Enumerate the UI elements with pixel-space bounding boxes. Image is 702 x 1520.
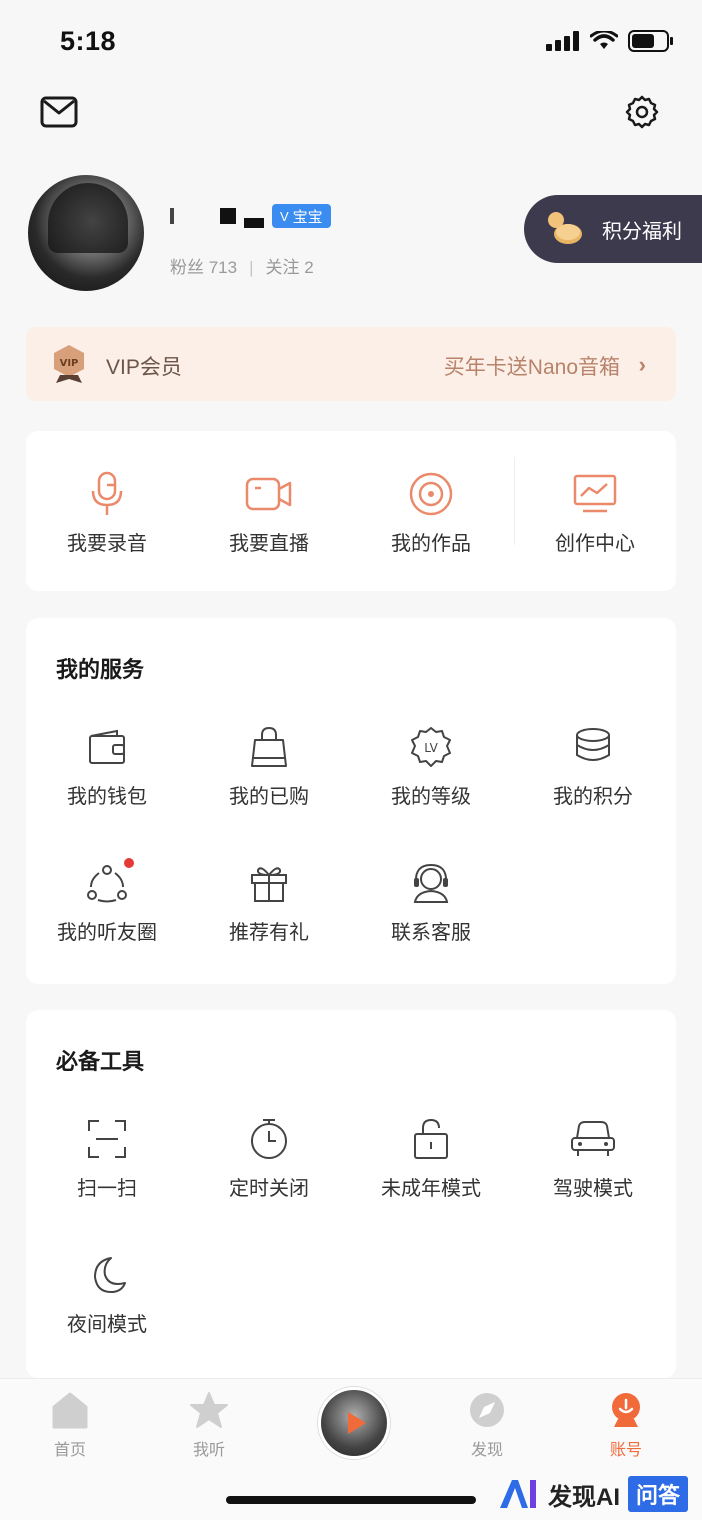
tab-account[interactable]: 账号 bbox=[576, 1391, 676, 1460]
services-title: 我的服务 bbox=[56, 657, 145, 682]
scan-button[interactable]: 扫一扫 bbox=[26, 1114, 188, 1201]
night-mode-button[interactable]: 夜间模式 bbox=[26, 1250, 188, 1337]
home-icon bbox=[52, 1392, 88, 1429]
referral-button[interactable]: 推荐有礼 bbox=[188, 858, 350, 945]
creator-center-button[interactable]: 创作中心 bbox=[514, 469, 676, 556]
friends-circle-icon bbox=[87, 865, 127, 903]
record-button[interactable]: 我要录音 bbox=[26, 469, 188, 556]
moon-icon bbox=[94, 1257, 126, 1294]
scan-label: 扫一扫 bbox=[77, 1178, 137, 1200]
now-playing-button[interactable] bbox=[318, 1387, 390, 1459]
vip-crown-icon: VIP bbox=[54, 345, 84, 383]
follow-count[interactable]: 关注 2 bbox=[266, 258, 314, 277]
driving-mode-label: 驾驶模式 bbox=[553, 1178, 633, 1200]
live-button[interactable]: 我要直播 bbox=[188, 469, 350, 556]
timer-icon bbox=[251, 1119, 287, 1159]
tools-card: 必备工具 扫一扫 定时关闭 未成年模式 驾驶模式 夜间模式 bbox=[26, 1010, 676, 1378]
purchased-label: 我的已购 bbox=[229, 786, 309, 808]
tab-listen-label: 我听 bbox=[192, 1442, 225, 1459]
timer-label: 定时关闭 bbox=[229, 1178, 309, 1200]
tab-listen[interactable]: 我听 bbox=[159, 1391, 259, 1460]
star-icon bbox=[190, 1392, 228, 1428]
mail-icon[interactable] bbox=[40, 96, 78, 133]
creator-card: 我要录音 我要直播 我的作品 创作中心 bbox=[26, 431, 676, 591]
watermark-brand: 发现AI bbox=[547, 1483, 620, 1511]
points-button[interactable]: 我的积分 bbox=[512, 722, 674, 809]
vip-promo: 买年卡送Nano音箱 bbox=[443, 356, 620, 379]
minor-mode-label: 未成年模式 bbox=[381, 1178, 481, 1200]
compass-icon bbox=[470, 1393, 504, 1427]
scan-icon bbox=[88, 1120, 126, 1158]
chevron-right-icon: › bbox=[638, 352, 646, 377]
svg-text:LV: LV bbox=[424, 741, 438, 755]
signal-icon bbox=[546, 31, 579, 51]
customer-service-label: 联系客服 bbox=[391, 922, 471, 944]
vip-banner[interactable]: VIP VIP会员 买年卡送Nano音箱 › bbox=[26, 327, 676, 401]
my-works-button[interactable]: 我的作品 bbox=[350, 469, 512, 556]
headset-icon bbox=[413, 863, 449, 903]
watermark: 发现AI 问答 bbox=[498, 1476, 688, 1512]
record-label: 我要录音 bbox=[67, 533, 147, 555]
car-icon bbox=[571, 1121, 615, 1156]
nickname[interactable]: V 宝宝 bbox=[170, 201, 331, 231]
gift-icon bbox=[251, 867, 287, 902]
watermark-logo-icon bbox=[499, 1480, 536, 1508]
purchased-button[interactable]: 我的已购 bbox=[188, 722, 350, 809]
status-icons bbox=[546, 30, 674, 52]
disc-icon bbox=[409, 472, 453, 516]
my-works-label: 我的作品 bbox=[391, 533, 471, 555]
creator-center-label: 创作中心 bbox=[555, 533, 635, 555]
play-icon bbox=[348, 1412, 366, 1434]
wifi-icon bbox=[590, 31, 618, 49]
night-mode-label: 夜间模式 bbox=[67, 1314, 147, 1336]
friends-circle-label: 我的听友圈 bbox=[57, 922, 157, 944]
points-label-item: 我的积分 bbox=[553, 786, 633, 808]
microphone-icon bbox=[91, 471, 123, 515]
wallet-button[interactable]: 我的钱包 bbox=[26, 722, 188, 809]
referral-label: 推荐有礼 bbox=[229, 922, 309, 944]
battery-icon bbox=[628, 30, 673, 52]
points-welfare-button[interactable]: 积分福利 bbox=[524, 195, 702, 263]
profile-header: V 宝宝 粉丝 713 | 关注 2 积分福利 bbox=[0, 165, 702, 305]
shopping-bag-icon bbox=[251, 726, 287, 767]
account-icon bbox=[612, 1393, 640, 1427]
home-indicator bbox=[226, 1496, 476, 1504]
tab-home[interactable]: 首页 bbox=[20, 1391, 120, 1460]
tab-discover[interactable]: 发现 bbox=[437, 1391, 537, 1460]
svg-text:VIP: VIP bbox=[60, 358, 79, 369]
timer-button[interactable]: 定时关闭 bbox=[188, 1114, 350, 1201]
status-time: 5:18 bbox=[60, 26, 117, 56]
fans-count[interactable]: 粉丝 713 bbox=[170, 258, 237, 277]
avatar[interactable] bbox=[28, 175, 144, 291]
watermark-sub: 问答 bbox=[627, 1476, 688, 1512]
level-badge-icon: LV bbox=[411, 727, 451, 767]
wallet-icon bbox=[89, 729, 125, 764]
tools-title: 必备工具 bbox=[56, 1049, 145, 1074]
gear-icon[interactable] bbox=[624, 94, 660, 135]
customer-service-button[interactable]: 联系客服 bbox=[350, 858, 512, 945]
level-label: 我的等级 bbox=[391, 786, 471, 808]
tab-discover-label: 发现 bbox=[470, 1442, 503, 1459]
monitor-chart-icon bbox=[573, 474, 617, 513]
status-bar: 5:18 bbox=[0, 0, 702, 80]
minor-mode-button[interactable]: 未成年模式 bbox=[350, 1114, 512, 1201]
services-card: 我的服务 我的钱包 我的已购 LV 我的等级 我的积分 我的听友圈 推荐有礼 联… bbox=[26, 618, 676, 984]
coin-icon bbox=[548, 212, 582, 244]
notification-dot bbox=[124, 858, 134, 868]
level-button[interactable]: LV 我的等级 bbox=[350, 722, 512, 809]
points-label: 积分福利 bbox=[602, 220, 682, 243]
user-tag-badge: V 宝宝 bbox=[272, 204, 331, 228]
tab-account-label: 账号 bbox=[609, 1442, 642, 1459]
coins-stack-icon bbox=[576, 728, 610, 761]
lock-icon bbox=[414, 1118, 448, 1159]
top-bar bbox=[0, 80, 702, 150]
driving-mode-button[interactable]: 驾驶模式 bbox=[512, 1114, 674, 1201]
friends-circle-button[interactable]: 我的听友圈 bbox=[26, 858, 188, 945]
vip-title: VIP会员 bbox=[106, 356, 182, 379]
profile-stats: 粉丝 713 | 关注 2 bbox=[170, 258, 314, 277]
live-label: 我要直播 bbox=[229, 533, 309, 555]
wallet-label: 我的钱包 bbox=[67, 786, 147, 808]
video-camera-icon bbox=[245, 477, 292, 511]
tab-home-label: 首页 bbox=[53, 1442, 86, 1459]
